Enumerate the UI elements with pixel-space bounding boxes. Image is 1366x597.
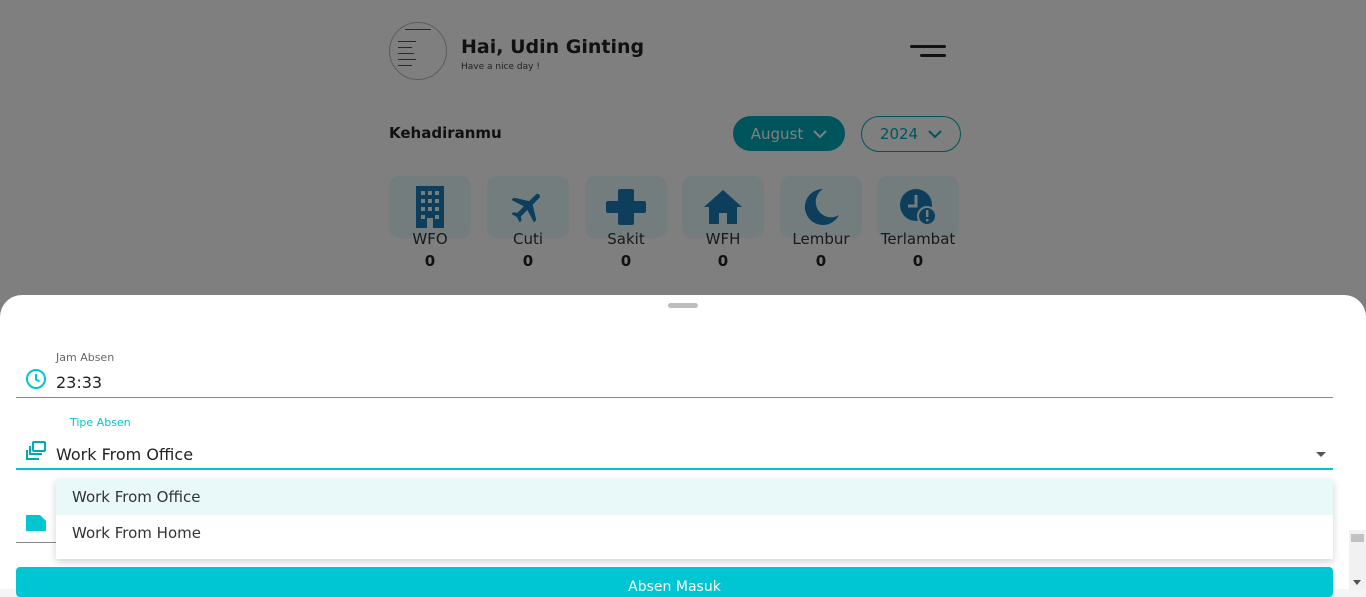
- option-work-from-home[interactable]: Work From Home: [56, 515, 1333, 551]
- note-icon: [26, 515, 46, 531]
- jam-absen-field[interactable]: 23:33: [56, 373, 102, 392]
- stack-icon: [26, 441, 46, 460]
- note-field-underline: [16, 542, 56, 543]
- scrollbar-thumb[interactable]: [1351, 534, 1364, 542]
- scroll-down-icon[interactable]: [1353, 580, 1361, 585]
- jam-absen-underline: [16, 397, 1333, 398]
- sheet-drag-handle[interactable]: [668, 303, 698, 308]
- tipe-absen-select[interactable]: Work From Office: [56, 445, 193, 464]
- tipe-absen-dropdown: Work From Office Work From Home: [56, 479, 1333, 559]
- jam-absen-label: Jam Absen: [56, 351, 115, 364]
- absen-masuk-button[interactable]: Absen Masuk: [16, 567, 1333, 597]
- tipe-absen-label: Tipe Absen: [70, 416, 131, 429]
- scrollbar[interactable]: [1349, 530, 1366, 589]
- tipe-absen-underline: [16, 468, 1333, 470]
- clock-icon: [26, 369, 46, 389]
- option-work-from-office[interactable]: Work From Office: [56, 479, 1333, 515]
- dropdown-arrow-icon[interactable]: [1315, 451, 1327, 459]
